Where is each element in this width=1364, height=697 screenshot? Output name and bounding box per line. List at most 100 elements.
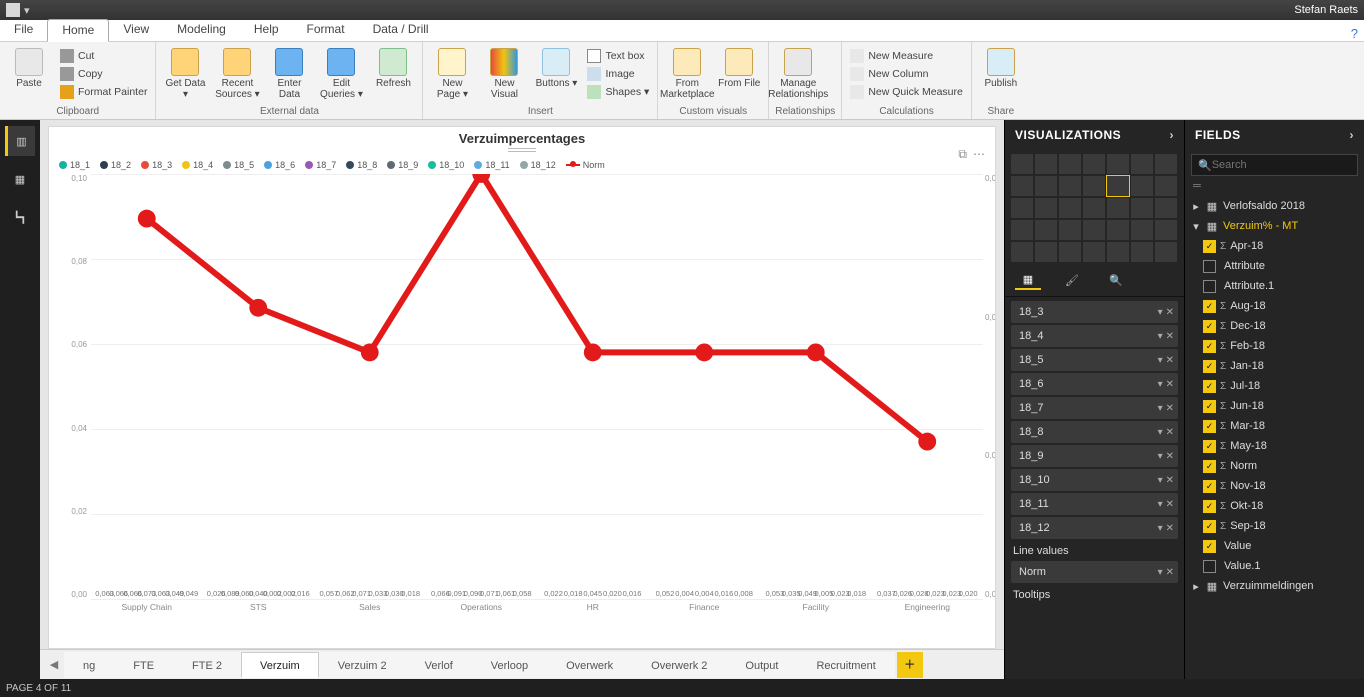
qat-dropdown-icon[interactable]: ▾ — [24, 4, 30, 17]
legend-item[interactable]: 18_8 — [346, 160, 377, 170]
page-tab[interactable]: FTE 2 — [173, 652, 241, 678]
field-well-pill[interactable]: 18_7▾✕ — [1011, 397, 1178, 419]
pill-remove-icon[interactable]: ✕ — [1166, 451, 1174, 462]
viz-type-icon[interactable] — [1059, 176, 1081, 196]
pill-remove-icon[interactable]: ✕ — [1166, 355, 1174, 366]
image-button[interactable]: Image — [585, 66, 651, 82]
viz-type-icon[interactable] — [1035, 198, 1057, 218]
legend-item[interactable]: Norm — [566, 160, 605, 170]
format-mode-button[interactable]: 🖌 — [1059, 270, 1085, 290]
edit-queries-button[interactable]: Edit Queries ▾ — [318, 46, 364, 100]
field-table[interactable]: ▸▦Verzuimmeldingen — [1189, 576, 1360, 596]
recent-sources-button[interactable]: Recent Sources ▾ — [214, 46, 260, 100]
legend-item[interactable]: 18_9 — [387, 160, 418, 170]
viz-type-icon[interactable] — [1059, 242, 1081, 262]
focus-mode-icon[interactable]: ⧉ — [958, 147, 967, 162]
pill-remove-icon[interactable]: ✕ — [1166, 523, 1174, 534]
legend-item[interactable]: 18_5 — [223, 160, 254, 170]
new-measure-button[interactable]: New Measure — [848, 48, 965, 64]
field-table[interactable]: ▾▦Verzuim% - MT — [1189, 216, 1360, 236]
fields-mode-button[interactable]: ▦ — [1015, 270, 1041, 290]
page-tab[interactable]: Recruitment — [797, 652, 894, 678]
viz-type-icon[interactable] — [1083, 198, 1105, 218]
field-item[interactable]: Value.1 — [1189, 556, 1360, 576]
pill-dropdown-icon[interactable]: ▾ — [1158, 427, 1163, 438]
enter-data-button[interactable]: Enter Data — [266, 46, 312, 100]
page-tab[interactable]: Verzuim — [241, 652, 319, 678]
viz-type-icon[interactable] — [1083, 220, 1105, 240]
field-checkbox[interactable]: ✓ — [1203, 400, 1216, 413]
field-well-pill[interactable]: 18_4▾✕ — [1011, 325, 1178, 347]
pill-dropdown-icon[interactable]: ▾ — [1158, 307, 1163, 318]
field-item[interactable]: ✓Value — [1189, 536, 1360, 556]
legend-item[interactable]: 18_6 — [264, 160, 295, 170]
page-tab[interactable]: Verlof — [406, 652, 472, 678]
viz-type-icon[interactable] — [1131, 154, 1153, 174]
field-item[interactable]: ✓ΣOkt-18 — [1189, 496, 1360, 516]
collapse-fields-icon[interactable]: › — [1350, 128, 1355, 142]
viz-type-icon[interactable] — [1083, 154, 1105, 174]
menu-tab-modeling[interactable]: Modeling — [163, 19, 240, 41]
new-visual-button[interactable]: New Visual — [481, 46, 527, 100]
legend-item[interactable]: 18_7 — [305, 160, 336, 170]
page-tab[interactable]: Verzuim 2 — [319, 652, 406, 678]
field-well-pill[interactable]: 18_8▾✕ — [1011, 421, 1178, 443]
field-well-pill[interactable]: 18_3▾✕ — [1011, 301, 1178, 323]
field-checkbox[interactable]: ✓ — [1203, 500, 1216, 513]
viz-type-icon[interactable] — [1131, 220, 1153, 240]
page-tab[interactable]: Output — [726, 652, 797, 678]
buttons-button[interactable]: Buttons ▾ — [533, 46, 579, 89]
field-checkbox[interactable]: ✓ — [1203, 460, 1216, 473]
field-table[interactable]: ▸▦Verlofsaldo 2018 — [1189, 196, 1360, 216]
viz-type-icon[interactable] — [1035, 220, 1057, 240]
viz-type-icon[interactable] — [1131, 176, 1153, 196]
viz-type-icon[interactable] — [1035, 176, 1057, 196]
field-well-pill[interactable]: 18_5▾✕ — [1011, 349, 1178, 371]
field-checkbox[interactable]: ✓ — [1203, 360, 1216, 373]
field-item[interactable]: ✓ΣJun-18 — [1189, 396, 1360, 416]
legend-item[interactable]: 18_11 — [474, 160, 509, 170]
model-view-button[interactable]: ┗┓ — [5, 202, 35, 232]
data-view-button[interactable]: ▦ — [5, 164, 35, 194]
field-well-pill[interactable]: 18_6▾✕ — [1011, 373, 1178, 395]
new-quick-measure-button[interactable]: New Quick Measure — [848, 84, 965, 100]
viz-type-icon[interactable] — [1107, 198, 1129, 218]
new-page-button[interactable]: New Page ▾ — [429, 46, 475, 100]
search-input[interactable] — [1212, 159, 1354, 171]
field-item[interactable]: ✓ΣDec-18 — [1189, 316, 1360, 336]
field-checkbox[interactable] — [1203, 560, 1216, 573]
user-name[interactable]: Stefan Raets — [1294, 4, 1358, 16]
page-tab[interactable]: Overwerk — [547, 652, 632, 678]
viz-type-icon[interactable] — [1083, 176, 1105, 196]
format-painter-button[interactable]: Format Painter — [58, 84, 149, 100]
pill-dropdown-icon[interactable]: ▾ — [1158, 451, 1163, 462]
menu-tab-file[interactable]: File — [0, 19, 47, 41]
pill-remove-icon[interactable]: ✕ — [1166, 403, 1174, 414]
menu-tab-view[interactable]: View — [109, 19, 163, 41]
new-column-button[interactable]: New Column — [848, 66, 965, 82]
field-item[interactable]: ✓ΣSep-18 — [1189, 516, 1360, 536]
field-item[interactable]: ✓ΣMay-18 — [1189, 436, 1360, 456]
pill-dropdown-icon[interactable]: ▾ — [1158, 355, 1163, 366]
viz-type-icon[interactable] — [1059, 154, 1081, 174]
field-checkbox[interactable]: ✓ — [1203, 520, 1216, 533]
help-icon[interactable]: ? — [1351, 26, 1358, 41]
viz-type-icon[interactable] — [1155, 176, 1177, 196]
collapse-viz-icon[interactable]: › — [1170, 128, 1175, 142]
viz-type-icon[interactable] — [1035, 154, 1057, 174]
pill-dropdown-icon[interactable]: ▾ — [1158, 523, 1163, 534]
field-checkbox[interactable]: ✓ — [1203, 440, 1216, 453]
field-item[interactable]: ✓ΣJul-18 — [1189, 376, 1360, 396]
pill-remove-icon[interactable]: ✕ — [1166, 379, 1174, 390]
viz-type-icon[interactable] — [1155, 198, 1177, 218]
analytics-mode-button[interactable]: 🔍 — [1103, 270, 1129, 290]
viz-type-icon[interactable] — [1155, 220, 1177, 240]
viz-type-icon[interactable] — [1131, 198, 1153, 218]
from-file-button[interactable]: From File — [716, 46, 762, 89]
pill-remove-icon[interactable]: ✕ — [1166, 499, 1174, 510]
pill-dropdown-icon[interactable]: ▾ — [1158, 499, 1163, 510]
more-options-icon[interactable]: ⋯ — [973, 147, 985, 162]
viz-type-icon[interactable] — [1107, 220, 1129, 240]
page-tab[interactable]: ng — [64, 652, 114, 678]
field-well-pill[interactable]: 18_10▾✕ — [1011, 469, 1178, 491]
